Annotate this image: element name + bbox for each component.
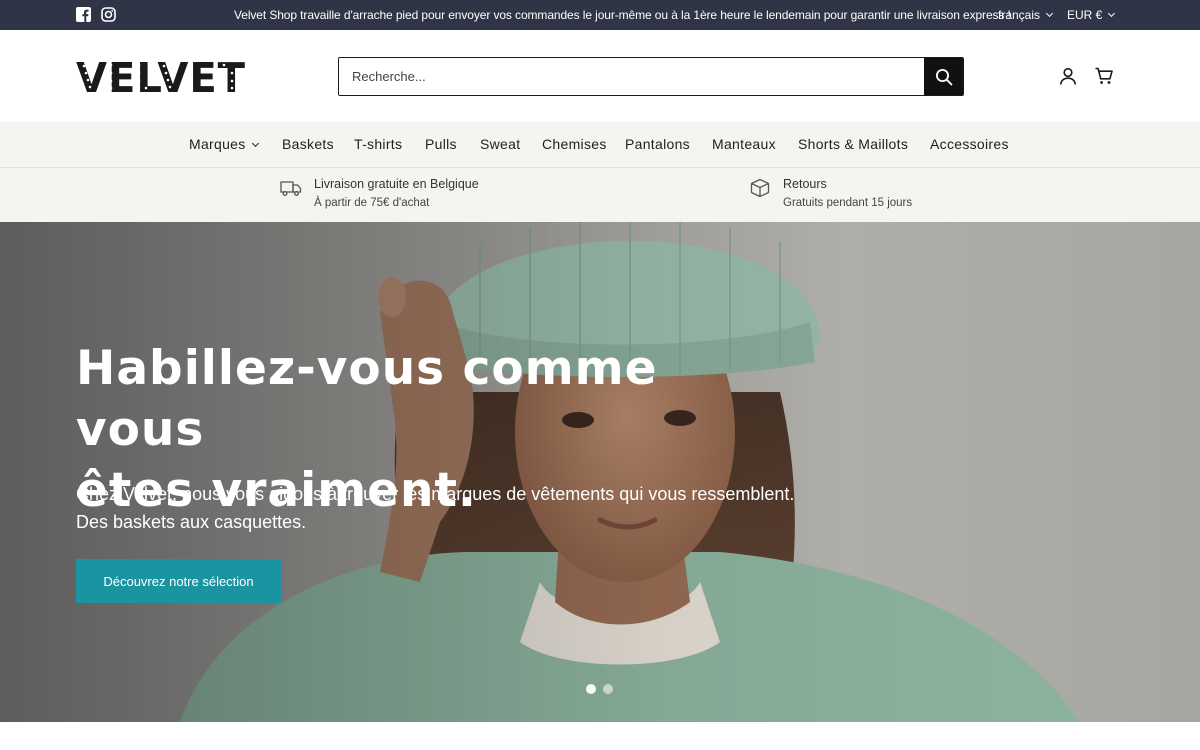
nav-item-chemises[interactable]: Chemises xyxy=(542,136,607,152)
slider-dots xyxy=(586,684,613,694)
main-navigation: Marques Baskets T-shirts Pulls Sweat Che… xyxy=(0,122,1200,168)
hero-subtitle-line1: Chez Velvet, nous vous aidons à trouver … xyxy=(76,484,795,504)
chevron-down-icon xyxy=(1108,9,1116,18)
language-selector[interactable]: français xyxy=(998,8,1054,22)
discover-selection-button[interactable]: Découvrez notre sélection xyxy=(76,559,281,603)
chevron-down-icon xyxy=(1045,9,1054,18)
chevron-down-icon xyxy=(251,139,259,148)
svg-text:VELVET: VELVET xyxy=(76,56,246,96)
nav-item-t-shirts[interactable]: T-shirts xyxy=(354,136,402,152)
social-links xyxy=(76,7,116,22)
language-label: français xyxy=(998,8,1041,22)
slide-dot-1[interactable] xyxy=(586,684,596,694)
truck-icon xyxy=(280,178,302,198)
search-icon xyxy=(935,68,952,85)
facebook-icon[interactable] xyxy=(76,7,91,22)
announcement-bar: Velvet Shop travaille d'arrache pied pou… xyxy=(0,0,1200,30)
perk-subtitle: Gratuits pendant 15 jours xyxy=(783,197,913,209)
announcement-text: Velvet Shop travaille d'arrache pied pou… xyxy=(234,8,1011,22)
perk-subtitle: À partir de 75€ d'achat xyxy=(314,197,430,209)
nav-item-accessoires[interactable]: Accessoires xyxy=(930,136,1009,152)
nav-item-sweat[interactable]: Sweat xyxy=(480,136,520,152)
cart-icon[interactable] xyxy=(1094,66,1114,86)
nav-item-pantalons[interactable]: Pantalons xyxy=(625,136,690,152)
hero-heading-line1: Habillez-vous comme vous xyxy=(76,341,658,457)
hero-banner: Habillez-vous comme vous êtes vraiment. … xyxy=(0,222,1200,722)
nav-item-label: Marques xyxy=(189,136,246,152)
hero-subtitle: Chez Velvet, nous vous aidons à trouver … xyxy=(76,480,796,536)
nav-item-manteaux[interactable]: Manteaux xyxy=(712,136,776,152)
velvet-logo[interactable]: VELVET xyxy=(76,54,248,102)
instagram-icon[interactable] xyxy=(101,7,116,22)
perk-title: Retours xyxy=(783,177,827,191)
page-continuation xyxy=(0,722,1200,750)
search-bar xyxy=(338,57,964,96)
nav-item-marques[interactable]: Marques xyxy=(189,136,259,152)
currency-label: EUR € xyxy=(1067,8,1103,22)
nav-item-pulls[interactable]: Pulls xyxy=(425,136,457,152)
currency-selector[interactable]: EUR € xyxy=(1067,8,1116,22)
perk-title: Livraison gratuite en Belgique xyxy=(314,177,479,191)
nav-item-shorts-maillots[interactable]: Shorts & Maillots xyxy=(798,136,908,152)
search-input[interactable] xyxy=(339,58,924,95)
nav-item-baskets[interactable]: Baskets xyxy=(282,136,334,152)
search-button[interactable] xyxy=(924,58,963,95)
box-icon xyxy=(749,178,771,198)
slide-dot-2[interactable] xyxy=(603,684,613,694)
hero-subtitle-line2: Des baskets aux casquettes. xyxy=(76,512,307,532)
perks-bar: Livraison gratuite en Belgique À partir … xyxy=(0,168,1200,222)
site-header: VELVET xyxy=(0,30,1200,122)
account-icon[interactable] xyxy=(1058,66,1078,86)
